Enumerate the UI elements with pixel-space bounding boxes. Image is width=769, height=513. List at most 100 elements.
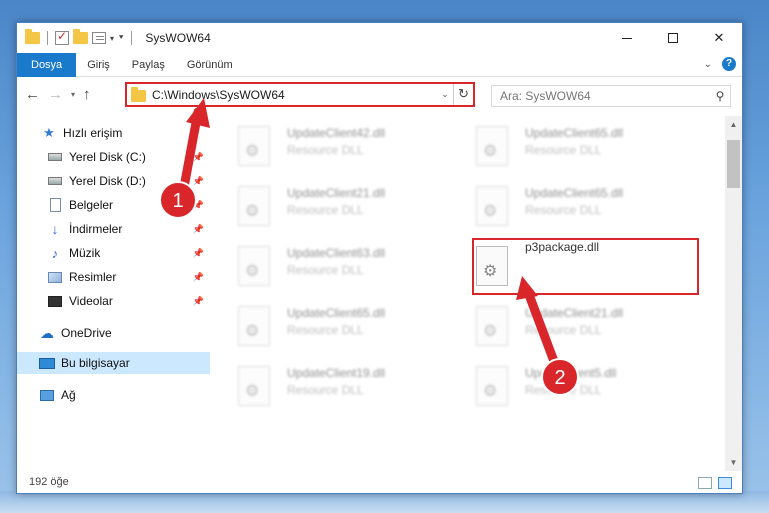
large-icons-view-icon[interactable] [718, 477, 732, 489]
pictures-icon [47, 270, 63, 284]
file-name: UpdateClient65.dll [525, 126, 624, 140]
file-item[interactable]: ⚙ UpdateClient65.dll Resource DLL [453, 116, 683, 171]
file-item[interactable]: ⚙ UpdateClient63.dll Resource DLL [215, 236, 445, 291]
pin-icon[interactable]: 📌 [193, 200, 204, 211]
properties-icon[interactable] [92, 32, 106, 44]
sidebar-item-label: Resimler [69, 270, 117, 284]
tab-file[interactable]: Dosya [17, 52, 77, 77]
tab-share[interactable]: Paylaş [121, 53, 176, 77]
new-folder-icon[interactable] [73, 29, 88, 44]
chevron-down-icon[interactable]: ▾ [110, 34, 114, 43]
sidebar-item-label: Yerel Disk (D:) [69, 174, 146, 188]
file-item[interactable]: ⚙ UpdateClient19.dll Resource DLL [215, 356, 445, 411]
sidebar-item-onedrive[interactable]: ☁ OneDrive [17, 322, 210, 344]
onedrive-icon: ☁ [40, 324, 54, 341]
file-name: UpdateClient19.dll [287, 366, 386, 380]
sidebar-item-label: Videolar [69, 294, 113, 308]
recent-locations-icon[interactable]: ▾ [71, 90, 75, 99]
sidebar-item-local-disk-c[interactable]: Yerel Disk (C:) 📌 [17, 146, 210, 168]
scroll-up-icon[interactable]: ▲ [725, 116, 742, 133]
expand-ribbon-icon[interactable]: ⌄ [704, 59, 712, 70]
view-toggle [698, 477, 732, 489]
sidebar-item-network[interactable]: Ağ [17, 384, 210, 406]
sidebar-item-label: Müzik [69, 246, 101, 260]
file-item[interactable]: ⚙ UpdateClient65.dll Resource DLL [215, 296, 445, 351]
vertical-scrollbar[interactable]: ▲ ▼ [725, 116, 742, 471]
sidebar-item-label: Bu bilgisayar [61, 356, 130, 370]
quick-access-toolbar: ▾ ⯆ [17, 29, 135, 45]
search-icon[interactable]: ⚲ [710, 89, 730, 103]
scrollbar-thumb[interactable] [727, 140, 740, 188]
videos-icon [47, 294, 63, 308]
file-item[interactable]: ⚙ UpdateClient42.dll Resource DLL [215, 116, 445, 171]
tab-home[interactable]: Giriş [76, 53, 121, 77]
sidebar-item-downloads[interactable]: ↓ İndirmeler 📌 [17, 218, 210, 240]
divider [131, 31, 133, 45]
sidebar-item-pictures[interactable]: Resimler 📌 [17, 266, 210, 288]
chevron-down-icon[interactable]: ⌄ [437, 89, 453, 100]
sidebar-item-label: Hızlı erişim [63, 126, 123, 140]
window-title: SysWOW64 [145, 31, 211, 45]
pin-icon[interactable]: 📌 [193, 176, 204, 187]
address-bar[interactable]: C:\Windows\SysWOW64 ⌄ ↻ [125, 82, 475, 107]
divider [47, 31, 48, 45]
close-button[interactable]: ✕ [696, 23, 742, 53]
downloads-icon: ↓ [51, 221, 59, 237]
pin-icon[interactable]: 📌 [193, 152, 204, 163]
file-type: Resource DLL [287, 143, 364, 157]
details-view-icon[interactable] [698, 477, 712, 489]
file-type: Resource DLL [525, 383, 602, 397]
back-arrow-icon[interactable]: ← [25, 86, 40, 103]
tab-view[interactable]: Görünüm [176, 53, 244, 77]
address-row: ← → ▾ ↑ C:\Windows\SysWOW64 ⌄ ↻ Ara: Sys… [17, 80, 742, 110]
sidebar-item-videos[interactable]: Videolar 📌 [17, 290, 210, 312]
sidebar-item-this-pc[interactable]: Bu bilgisayar [17, 352, 210, 374]
item-count: 192 öğe [29, 476, 69, 488]
file-name: UpdateClient65.dll [287, 306, 386, 320]
refresh-icon[interactable]: ↻ [453, 84, 473, 105]
file-name: UpdateClient65.dll [525, 186, 624, 200]
help-icon[interactable]: ? [722, 57, 736, 71]
star-icon: ★ [43, 125, 55, 140]
minimize-button[interactable] [604, 23, 650, 53]
address-path[interactable]: C:\Windows\SysWOW64 [152, 88, 437, 102]
sidebar-item-documents[interactable]: Belgeler 📌 [17, 194, 210, 216]
customize-toolbar-icon[interactable]: ⯆ [118, 33, 124, 43]
file-type: Resource DLL [525, 143, 602, 157]
sidebar-item-label: İndirmeler [69, 222, 123, 236]
pin-icon[interactable]: 📌 [193, 224, 204, 235]
file-name: UpdateClient21.dll [525, 306, 624, 320]
pin-icon[interactable]: 📌 [193, 296, 204, 307]
up-arrow-icon[interactable]: ↑ [83, 86, 91, 103]
sidebar-item-quick-access[interactable]: ★ Hızlı erişim [17, 122, 210, 144]
forward-arrow-icon[interactable]: → [48, 86, 63, 103]
pin-icon[interactable]: 📌 [193, 272, 204, 283]
file-item[interactable]: ⚙ UpdateClient21.dll Resource DLL [453, 296, 683, 351]
file-item[interactable]: ⚙ UpdateClient21.dll Resource DLL [215, 176, 445, 231]
file-name: UpdateClient42.dll [287, 126, 386, 140]
maximize-icon [668, 33, 678, 43]
search-input[interactable]: Ara: SysWOW64 ⚲ [491, 85, 731, 107]
window-controls: ✕ [604, 23, 742, 53]
documents-icon [47, 198, 63, 212]
dll-file-icon: ⚙ [238, 306, 270, 346]
maximize-button[interactable] [650, 23, 696, 53]
file-type: Resource DLL [287, 323, 364, 337]
network-icon [39, 388, 55, 402]
dll-file-icon: ⚙ [238, 126, 270, 166]
title-bar: ▾ ⯆ SysWOW64 ✕ [17, 23, 742, 53]
sidebar-item-local-disk-d[interactable]: Yerel Disk (D:) 📌 [17, 170, 210, 192]
file-type: Resource DLL [287, 203, 364, 217]
status-bar: 192 öğe [17, 471, 742, 493]
properties-check-icon[interactable] [55, 29, 69, 45]
pin-icon[interactable]: 📌 [193, 248, 204, 259]
file-item[interactable]: ⚙ UpdateClient65.dll Resource DLL [453, 176, 683, 231]
this-pc-icon [39, 356, 55, 370]
sidebar-item-music[interactable]: ♪ Müzik 📌 [17, 242, 210, 264]
drive-icon [47, 150, 63, 164]
file-type: Resource DLL [525, 323, 602, 337]
music-icon: ♪ [51, 245, 59, 261]
file-item[interactable]: ⚙ UpdateClient5.dll Resource DLL [453, 356, 683, 411]
scroll-down-icon[interactable]: ▼ [725, 454, 742, 471]
dll-file-icon: ⚙ [238, 366, 270, 406]
